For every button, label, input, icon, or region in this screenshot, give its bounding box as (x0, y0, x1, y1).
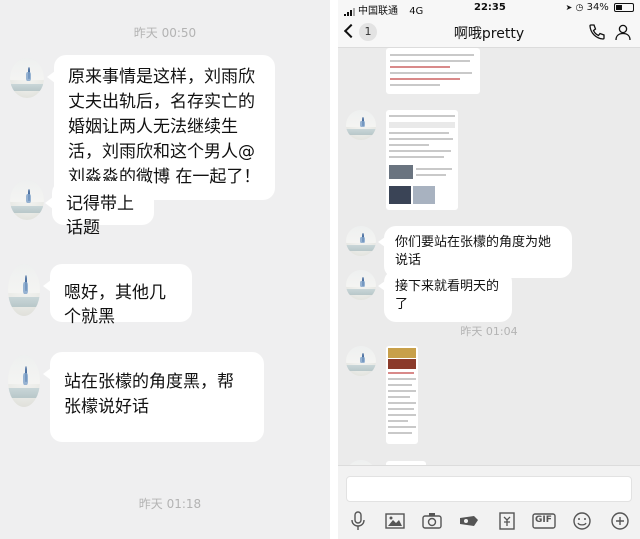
battery-icon (614, 2, 634, 12)
message-text: 你们要站在张檬的角度为她说话 (395, 235, 552, 268)
transfer-icon[interactable] (495, 510, 519, 532)
signal-icon (344, 6, 356, 17)
location-icon: ➤ (565, 3, 573, 12)
avatar[interactable] (8, 355, 40, 407)
chat-header: 1 啊哦pretty (338, 16, 640, 48)
battery-percent: 34% (586, 2, 609, 13)
red-packet-icon[interactable] (457, 510, 481, 532)
plus-icon[interactable] (608, 510, 632, 532)
status-bar: 中国联通 4G 22:35 ➤ ◷ 34% (338, 0, 640, 17)
timestamp: 昨天 01:18 (138, 497, 202, 511)
chat-title: 啊哦pretty (453, 26, 525, 42)
gif-icon[interactable]: GIF (531, 510, 557, 532)
timestamp: 昨天 00:50 (133, 26, 197, 40)
timestamp: 昨天 01:04 (460, 325, 518, 338)
battery-status: ➤ ◷ 34% (566, 2, 634, 13)
message-bubble[interactable]: 原来事情是这样，刘雨欣丈夫出轨后，名存实亡的婚姻让两人无法继续生活，刘雨欣和这个… (47, 55, 275, 200)
gif-label: GIF (535, 515, 552, 525)
profile-icon[interactable] (613, 22, 633, 42)
carrier-info: 中国联通 4G (344, 2, 423, 17)
message-text: 接下来就看明天的了 (395, 279, 500, 312)
image-icon[interactable] (383, 510, 407, 532)
message-input[interactable] (346, 476, 632, 502)
message-text: 嗯好，其他几个就黑 (64, 283, 166, 327)
avatar[interactable] (8, 264, 40, 316)
left-chat-screenshot: 昨天 00:50 原来事情是这样，刘雨欣丈夫出轨后，名存实亡的婚姻让两人无法继续… (0, 0, 330, 539)
image-message[interactable] (386, 346, 418, 444)
avatar[interactable] (346, 110, 376, 140)
back-button[interactable]: 1 (342, 21, 378, 43)
message-bubble[interactable]: 站在张檬的角度黑，帮张檬说好话 (43, 352, 264, 442)
avatar[interactable] (10, 180, 44, 220)
image-message[interactable] (386, 110, 458, 210)
alarm-icon: ◷ (575, 3, 584, 13)
message-text: 原来事情是这样，刘雨欣丈夫出轨后，名存实亡的婚姻让两人无法继续生活，刘雨欣和这个… (68, 67, 261, 187)
input-area: GIF (338, 465, 640, 539)
avatar[interactable] (346, 270, 376, 300)
chevron-left-icon (343, 23, 359, 39)
image-message[interactable] (386, 48, 480, 94)
avatar[interactable] (346, 346, 376, 376)
divider (330, 0, 338, 539)
message-bubble[interactable]: 接下来就看明天的了 (378, 270, 512, 322)
camera-icon[interactable] (420, 510, 444, 532)
right-chat-screenshot: 中国联通 4G 22:35 ➤ ◷ 34% 1 啊哦pretty 你们要站在张檬… (338, 0, 640, 539)
voice-icon[interactable] (346, 510, 370, 532)
status-time: 22:35 (474, 2, 506, 13)
message-bubble[interactable]: 记得带上话题 (45, 181, 154, 238)
message-bubble[interactable]: 嗯好，其他几个就黑 (43, 264, 192, 327)
avatar[interactable] (10, 58, 44, 98)
unread-badge: 1 (359, 23, 377, 41)
emoji-icon[interactable] (570, 510, 594, 532)
avatar[interactable] (346, 226, 376, 256)
message-text: 记得带上话题 (66, 194, 134, 238)
message-text: 站在张檬的角度黑，帮张檬说好话 (64, 372, 234, 417)
phone-icon[interactable] (587, 22, 607, 42)
